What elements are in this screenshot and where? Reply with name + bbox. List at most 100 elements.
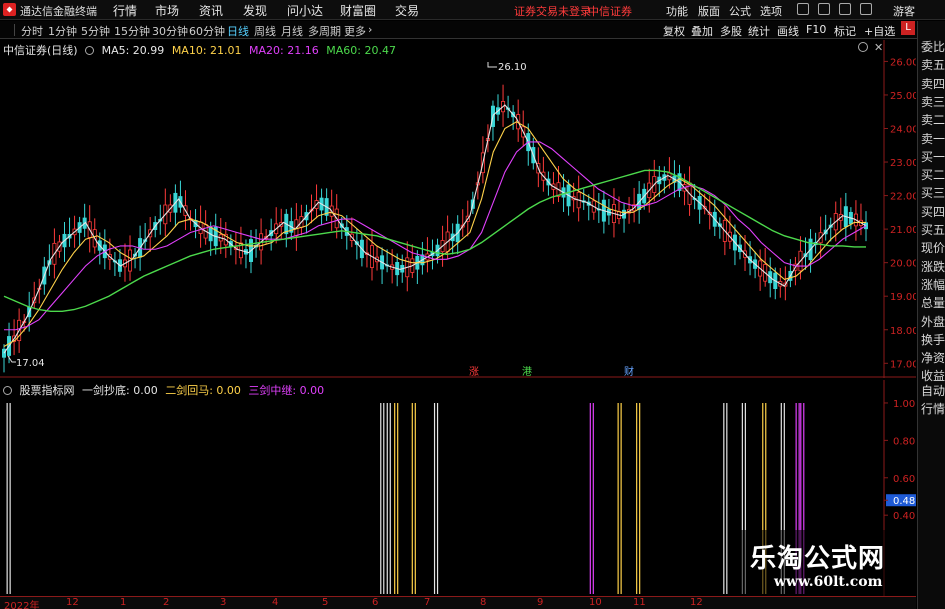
date-tick-10: 9 (537, 597, 544, 608)
side-tab-12[interactable]: 涨跌 (920, 260, 945, 274)
grid-icon[interactable] (839, 3, 851, 15)
side-tab-9[interactable]: 买四 (920, 205, 945, 219)
event-marker-finance[interactable]: 财 (624, 365, 634, 378)
btn-overlay[interactable]: 叠加 (691, 23, 713, 39)
side-tab-4[interactable]: 卖二 (920, 114, 945, 127)
side-tab-5[interactable]: 卖一 (920, 132, 945, 146)
period-tab-intraday[interactable]: 分时 (21, 23, 43, 39)
date-axis: 2022年 12 1 2 3 4 5 6 7 8 9 10 11 12 (0, 596, 916, 609)
indicator-settings-icon[interactable] (85, 46, 95, 55)
period-tab-30min[interactable]: 30分钟 (152, 23, 188, 39)
btn-adjust[interactable]: 复权 (663, 23, 685, 39)
side-tab-8[interactable]: 买三 (920, 187, 945, 200)
btn-mark[interactable]: 标记 (834, 23, 856, 39)
high-annotation: 26.10 (487, 62, 527, 73)
price-tick-label: 24.00 (890, 125, 916, 136)
signal-spikes (6, 402, 805, 594)
side-tab-13[interactable]: 涨幅 (920, 278, 945, 292)
close-panel-icon[interactable]: ✕ (874, 41, 883, 54)
candlestick-series (2, 84, 869, 373)
level2-badge[interactable]: L (901, 21, 915, 35)
date-tick-4: 3 (220, 597, 227, 608)
menu-wealth-circle[interactable]: 财富圈 (340, 2, 376, 19)
side-tab-16[interactable]: 换手 (920, 333, 945, 347)
quote-side-tabs: 委比卖五卖四卖三卖二卖一买一买二买三买四买五现价涨跌涨幅总量外盘换手净资收益自动… (917, 21, 945, 609)
minimize-icon[interactable] (797, 3, 809, 15)
broker-name[interactable]: 中信证券 (588, 3, 632, 19)
settings-gear-icon[interactable] (858, 42, 868, 52)
login-notice[interactable]: 证券交易未登录 (514, 3, 591, 19)
date-tick-13: 12 (690, 597, 703, 608)
period-tab-5min[interactable]: 5分钟 (81, 23, 110, 39)
low-annotation: 17.04 (7, 355, 45, 369)
menu-quotes[interactable]: 行情 (113, 2, 137, 19)
guest-user[interactable]: 游客 (893, 3, 915, 19)
ma60-value: MA60: 20.47 (326, 44, 396, 57)
side-tab-0[interactable]: 委比 (920, 41, 945, 54)
ma-line-ma5 (3, 104, 867, 354)
period-tab-daily[interactable]: 日线 (227, 23, 249, 39)
price-axis-ticks: 26.00 25.00 24.00 23.00 22.00 21.00 20.00 19.00… (884, 57, 916, 370)
date-tick-1: 12 (66, 597, 79, 608)
btn-draw-line[interactable]: 画线 (777, 23, 799, 39)
ma20-value: MA20: 21.16 (249, 44, 319, 57)
period-tab-1min[interactable]: 1分钟 (48, 23, 77, 39)
side-tab-7[interactable]: 买二 (920, 169, 945, 182)
low-price-label: 17.04 (16, 358, 45, 369)
signal-two-value: 二剑回马: 0.00 (165, 384, 241, 397)
menu-market[interactable]: 市场 (155, 2, 179, 19)
side-tab-1[interactable]: 卖五 (920, 59, 945, 72)
price-tick-label: 19.00 (890, 292, 916, 303)
price-chart[interactable]: 26.00 25.00 24.00 23.00 22.00 21.00 20.00 19.00… (0, 40, 916, 378)
side-tab-17[interactable]: 净资 (920, 352, 945, 365)
menu-ask-xiaoda[interactable]: 问小达 (287, 2, 323, 19)
date-tick-2: 1 (120, 597, 127, 608)
period-tab-weekly[interactable]: 周线 (254, 23, 276, 39)
main-legend: 中信证券(日线) MA5: 20.99 MA10: 21.01 MA20: 21… (3, 42, 400, 58)
event-marker-limit-up[interactable]: 涨 (469, 366, 479, 378)
menu-layout[interactable]: 版面 (698, 3, 720, 19)
period-tab-60min[interactable]: 60分钟 (189, 23, 225, 39)
side-tab-3[interactable]: 卖三 (920, 95, 945, 109)
menu-discover[interactable]: 发现 (243, 2, 267, 19)
period-tab-multi[interactable]: 多周期 (308, 23, 341, 39)
period-tab-15min[interactable]: 15分钟 (114, 23, 150, 39)
menu-functions[interactable]: 功能 (666, 3, 688, 19)
ma10-value: MA10: 21.01 (171, 44, 242, 57)
btn-multi-stock[interactable]: 多股 (720, 23, 742, 39)
btn-add-favorite[interactable]: +自选 (864, 23, 895, 39)
btn-statistics[interactable]: 统计 (748, 23, 770, 39)
menu-formula[interactable]: 公式 (729, 3, 751, 19)
side-tab-15[interactable]: 外盘 (920, 315, 945, 329)
period-tab-more[interactable]: 更多 (344, 23, 366, 39)
side-tab-10[interactable]: 买五 (920, 224, 945, 237)
app-title: 通达信金融终端 (20, 5, 97, 18)
signal-one-value: 一剑抄底: 0.00 (82, 384, 158, 397)
price-tick-label: 18.00 (890, 326, 916, 337)
side-tab-2[interactable]: 卖四 (920, 77, 945, 91)
watermark-url: www.60lt.com (774, 574, 883, 590)
menu-news[interactable]: 资讯 (199, 2, 223, 19)
app-logo-icon (3, 3, 16, 16)
period-tab-monthly[interactable]: 月线 (281, 23, 303, 39)
date-tick-0: 2022年 (4, 601, 40, 609)
side-tab-19[interactable]: 自动 (920, 385, 945, 398)
side-tab-14[interactable]: 总量 (920, 297, 945, 310)
btn-f10[interactable]: F10 (806, 23, 826, 36)
toolbar-divider (14, 24, 15, 36)
side-tab-18[interactable]: 收益 (920, 370, 945, 383)
event-marker-hk[interactable]: 港 (522, 366, 532, 378)
sub-tick-label: 0.60 (893, 474, 915, 485)
menu-trade[interactable]: 交易 (395, 2, 419, 19)
restore-icon[interactable] (818, 3, 830, 15)
menu-bar: 通达信金融终端 行情 市场 资讯 发现 问小达 财富圈 交易 证券交易未登录 中… (0, 0, 945, 20)
side-tab-11[interactable]: 现价 (920, 242, 945, 255)
price-tick-label: 23.00 (890, 158, 916, 169)
sub-indicator-settings-icon[interactable] (3, 386, 12, 395)
side-tab-20[interactable]: 行情 (920, 403, 945, 416)
side-tab-6[interactable]: 买一 (920, 150, 945, 164)
chevron-right-icon[interactable]: › (368, 23, 372, 36)
close-icon[interactable] (860, 3, 872, 15)
menu-options[interactable]: 选项 (760, 3, 782, 19)
watermark-cn: 乐淘公式网 (750, 544, 886, 574)
